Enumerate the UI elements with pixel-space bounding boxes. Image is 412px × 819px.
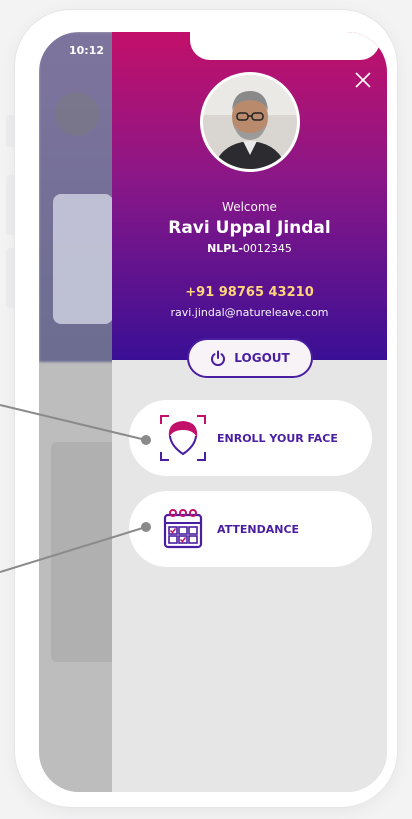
employee-id-prefix: NLPL- [207,242,243,255]
close-button[interactable] [353,70,373,90]
status-time: 10:12 [69,44,105,57]
background-list [51,442,117,662]
user-name: Ravi Uppal Jindal [168,218,331,238]
profile-avatar [200,72,300,172]
side-drawer: Welcome Ravi Uppal Jindal NLPL-0012345 +… [112,32,387,792]
signal-icon [335,44,349,54]
employee-id-number: 0012345 [242,242,292,255]
calendar-check-icon [163,509,203,549]
user-email: ravi.jindal@natureleave.com [170,306,329,319]
menu-item-attendance[interactable]: ATTENDANCE [129,491,372,567]
menu-label-enroll-face: ENROLL YOUR FACE [217,431,338,445]
phone-screen: Welcome Ravi Uppal Jindal NLPL-0012345 +… [39,32,387,792]
face-scan-icon [160,415,206,461]
power-icon [211,350,226,366]
menu-item-enroll-face[interactable]: ENROLL YOUR FACE [129,400,372,476]
background-app[interactable] [39,32,119,792]
logout-label: LOGOUT [234,351,290,365]
user-phone: +91 98765 43210 [185,285,314,300]
logout-button[interactable]: LOGOUT [187,338,313,378]
background-card [53,194,113,324]
background-avatar [55,92,99,136]
employee-id: NLPL-0012345 [112,242,387,255]
profile-photo [203,75,297,169]
drawer-header: Welcome Ravi Uppal Jindal NLPL-0012345 +… [112,32,387,360]
status-icons [335,44,373,54]
battery-icon [355,44,373,54]
welcome-text: Welcome [222,200,277,214]
menu-label-attendance: ATTENDANCE [217,522,300,536]
close-icon [355,72,371,88]
